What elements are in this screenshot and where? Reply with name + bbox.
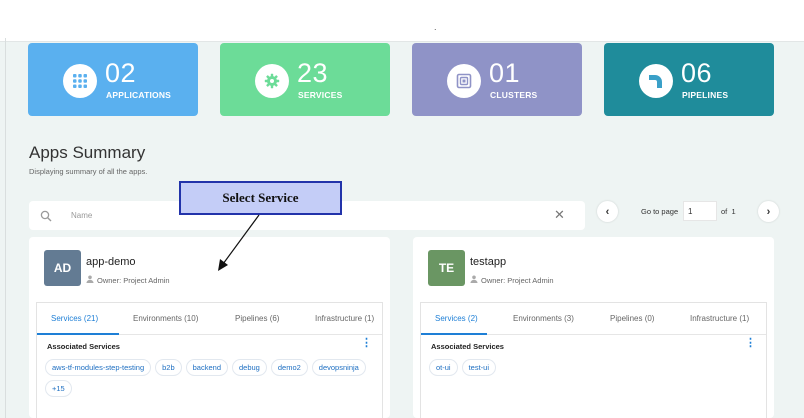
- tab-environments[interactable]: Environments (3): [513, 314, 574, 323]
- owner-text: Owner: Project Admin: [481, 275, 554, 285]
- tab-bar: Services (2) Environments (3) Pipelines …: [421, 303, 766, 335]
- tab-services[interactable]: Services (2): [435, 314, 478, 323]
- owner-line: Owner: Project Admin: [470, 275, 554, 285]
- service-chip[interactable]: devopsninja: [311, 359, 366, 376]
- search-input[interactable]: Name: [71, 211, 92, 220]
- tab-pipelines[interactable]: Pipelines (0): [610, 314, 654, 323]
- service-chip-list: aws-tf-modules-step-testing b2b backend …: [45, 359, 375, 397]
- page-subtitle: Displaying summary of all the apps.: [29, 167, 148, 176]
- cluster-icon: [447, 64, 481, 98]
- section-heading: Associated Services: [431, 342, 504, 351]
- app-detail-panel: Services (2) Environments (3) Pipelines …: [420, 302, 767, 418]
- left-border: [5, 38, 6, 418]
- go-to-page-label: Go to page: [641, 207, 679, 216]
- select-service-callout: Select Service: [179, 181, 342, 215]
- pipeline-icon: [639, 64, 673, 98]
- tab-pipelines[interactable]: Pipelines (6): [235, 314, 279, 323]
- owner-line: Owner: Project Admin: [86, 275, 170, 285]
- services-stat-card[interactable]: 23 SERVICES: [220, 43, 390, 116]
- top-bar-dot: .: [434, 22, 437, 32]
- active-tab-indicator: [421, 333, 487, 335]
- more-options-icon[interactable]: ⋮: [745, 338, 756, 349]
- service-chip[interactable]: aws-tf-modules-step-testing: [45, 359, 152, 376]
- clusters-label: CLUSTERS: [490, 90, 538, 100]
- grid-icon: [63, 64, 97, 98]
- close-icon[interactable]: ✕: [554, 208, 565, 222]
- services-label: SERVICES: [298, 90, 343, 100]
- next-page-button[interactable]: ›: [758, 201, 779, 222]
- active-tab-indicator: [37, 333, 119, 335]
- app-name[interactable]: testapp: [470, 256, 506, 268]
- more-services-chip[interactable]: +15: [45, 380, 72, 397]
- pipelines-label: PIPELINES: [682, 90, 729, 100]
- pipelines-stat-card[interactable]: 06 PIPELINES: [604, 43, 774, 116]
- person-icon: [86, 275, 94, 285]
- app-name[interactable]: app-demo: [86, 256, 136, 268]
- service-chip[interactable]: backend: [185, 359, 228, 376]
- applications-count: 02: [105, 58, 137, 88]
- pipelines-count: 06: [681, 58, 713, 88]
- service-chip-list: ot-ui test-ui: [429, 359, 759, 376]
- tab-services[interactable]: Services (21): [51, 314, 98, 323]
- applications-stat-card[interactable]: 02 APPLICATIONS: [28, 43, 198, 116]
- tab-infrastructure[interactable]: Infrastructure (1): [690, 314, 749, 323]
- top-bar: .: [0, 0, 804, 418]
- tab-bar: Services (21) Environments (10) Pipeline…: [37, 303, 382, 335]
- owner-text: Owner: Project Admin: [97, 275, 170, 285]
- app-detail-panel: Services (21) Environments (10) Pipeline…: [36, 302, 383, 418]
- search-icon: [40, 209, 52, 227]
- page-title: Apps Summary: [29, 143, 146, 162]
- app-card-testapp[interactable]: TE testapp Owner: Project Admin Services…: [413, 237, 774, 418]
- section-heading: Associated Services: [47, 342, 120, 351]
- service-chip[interactable]: b2b: [155, 359, 182, 376]
- clusters-count: 01: [489, 58, 521, 88]
- clusters-stat-card[interactable]: 01 CLUSTERS: [412, 43, 582, 116]
- avatar: AD: [44, 250, 81, 286]
- more-options-icon[interactable]: ⋮: [361, 338, 372, 349]
- services-count: 23: [297, 58, 329, 88]
- tab-infrastructure[interactable]: Infrastructure (1): [315, 314, 374, 323]
- service-chip[interactable]: ot-ui: [429, 359, 458, 376]
- of-label: of: [721, 207, 728, 216]
- avatar: TE: [428, 250, 465, 286]
- service-chip[interactable]: debug: [232, 359, 267, 376]
- person-icon: [470, 275, 478, 285]
- tab-environments[interactable]: Environments (10): [133, 314, 198, 323]
- app-card-app-demo[interactable]: AD app-demo Owner: Project Admin Service…: [29, 237, 390, 418]
- service-chip[interactable]: test-ui: [461, 359, 497, 376]
- previous-page-button[interactable]: ‹: [597, 201, 618, 222]
- applications-label: APPLICATIONS: [106, 90, 172, 100]
- page-number-input[interactable]: 1: [683, 201, 717, 221]
- service-chip[interactable]: demo2: [270, 359, 308, 376]
- page-total: of 1: [721, 207, 736, 216]
- gear-icon: [255, 64, 289, 98]
- total-pages: 1: [731, 207, 736, 216]
